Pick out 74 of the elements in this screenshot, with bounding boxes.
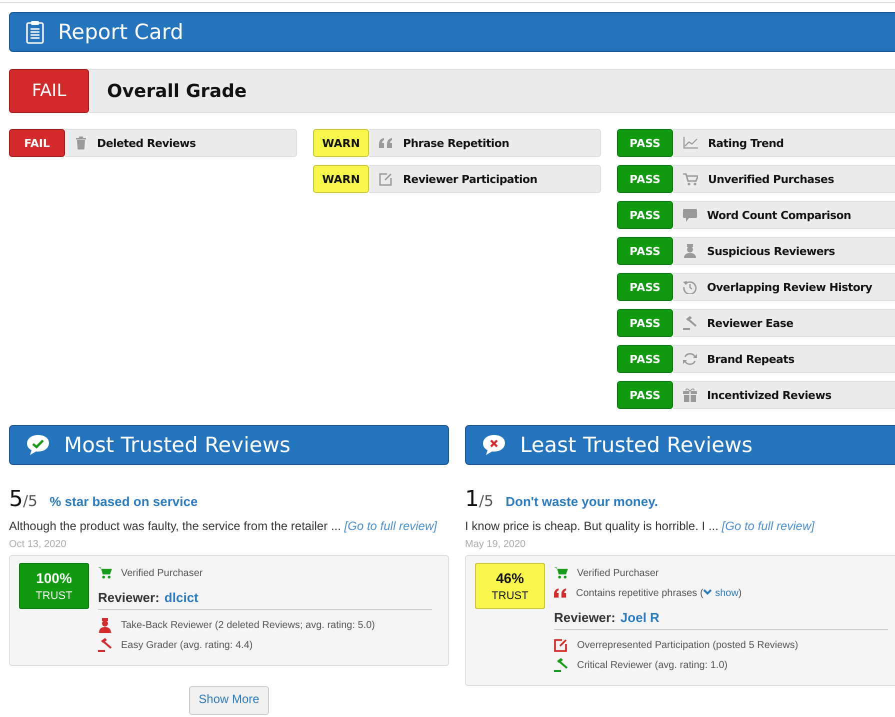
edit-icon xyxy=(379,172,393,186)
check-label: Phrase Repetition xyxy=(403,136,510,150)
flag-text: Take-Back Reviewer (2 deleted Reviews; avg. rating: 5.0) xyxy=(121,620,376,630)
review-headline[interactable]: Don't waste your money. xyxy=(506,494,658,509)
full-review-link[interactable]: [Go to full review] xyxy=(344,519,437,533)
check-label: Overall Grade xyxy=(107,80,247,102)
trust-badge: 100% TRUST xyxy=(19,563,89,609)
flag-text: Contains repetitive phrases ( show) xyxy=(576,588,742,598)
status-badge: PASS xyxy=(617,381,673,409)
person-icon xyxy=(683,244,697,258)
check-label: Deleted Reviews xyxy=(97,136,196,150)
check-label: Overlapping Review History xyxy=(707,280,872,294)
review-date: May 19, 2020 xyxy=(465,539,527,550)
reviewer-label: Reviewer: xyxy=(98,590,160,605)
refresh-icon xyxy=(683,352,697,366)
flag-text: Critical Reviewer (avg. rating: 1.0) xyxy=(577,660,728,670)
check-label: Word Count Comparison xyxy=(707,208,852,222)
rating-score: 5/5 xyxy=(9,487,38,512)
cart-icon xyxy=(554,567,568,579)
section-title: Most Trusted Reviews xyxy=(64,433,290,457)
full-review-link[interactable]: [Go to full review] xyxy=(722,519,814,533)
gavel-icon xyxy=(554,658,568,672)
section-title: Report Card xyxy=(58,20,184,44)
review-date: Oct 13, 2020 xyxy=(9,539,68,550)
clipboard-icon xyxy=(26,20,44,44)
check-label: Unverified Purchases xyxy=(708,172,834,186)
check-label: Incentivized Reviews xyxy=(707,388,832,402)
check-label: Reviewer Ease xyxy=(707,316,794,330)
reviewer-label: Reviewer: xyxy=(554,610,616,625)
review-headline[interactable]: % star based on service xyxy=(50,494,198,509)
line-chart-icon xyxy=(683,137,698,149)
status-badge: WARN xyxy=(313,165,369,193)
check-label: Brand Repeats xyxy=(707,352,794,366)
status-badge: PASS xyxy=(617,129,673,157)
review-excerpt: I know price is cheap. But quality is horrible. I ... [Go to full review] xyxy=(465,519,816,533)
reviewer-link[interactable]: dlcict xyxy=(164,590,198,605)
chevron-down-icon xyxy=(703,588,712,596)
section-title: Least Trusted Reviews xyxy=(520,433,753,457)
history-icon xyxy=(683,280,697,294)
status-badge: FAIL xyxy=(9,129,65,157)
quote-icon xyxy=(554,588,567,598)
show-more-button[interactable]: Show More xyxy=(188,686,270,715)
flag-text: Verified Purchaser xyxy=(577,568,659,578)
status-badge: WARN xyxy=(313,129,369,157)
cart-icon xyxy=(683,172,698,186)
status-badge: FAIL xyxy=(9,69,89,113)
gavel-icon xyxy=(98,638,112,652)
reviewer-link[interactable]: Joel R xyxy=(620,610,660,625)
chat-cross-icon xyxy=(482,434,506,456)
gift-icon xyxy=(683,388,697,402)
status-badge: PASS xyxy=(617,273,673,301)
flag-text: Overrepresented Participation (posted 5 Reviews) xyxy=(577,640,798,650)
rating-score: 1/5 xyxy=(465,487,494,512)
flag-text: Easy Grader (avg. rating: 4.4) xyxy=(121,640,253,650)
status-badge: PASS xyxy=(617,237,673,265)
gavel-icon xyxy=(683,316,697,330)
edit-icon xyxy=(554,638,568,652)
flag-text: Verified Purchaser xyxy=(121,568,203,578)
check-label: Reviewer Participation xyxy=(403,172,538,186)
status-badge: PASS xyxy=(617,165,673,193)
speech-bubble-icon xyxy=(683,208,697,222)
review-excerpt: Although the product was faulty, the service from the retailer ... [Go to full review] xyxy=(9,519,438,533)
status-badge: PASS xyxy=(617,309,673,337)
show-link[interactable]: show xyxy=(703,588,738,598)
person-icon xyxy=(98,618,112,632)
trash-icon xyxy=(75,136,87,150)
status-badge: PASS xyxy=(617,201,673,229)
check-label: Rating Trend xyxy=(708,136,784,150)
trust-badge: 46% TRUST xyxy=(475,563,545,609)
quote-icon xyxy=(379,138,393,148)
check-label: Suspicious Reviewers xyxy=(707,244,835,258)
status-badge: PASS xyxy=(617,345,673,373)
cart-icon xyxy=(98,567,112,579)
chat-check-icon xyxy=(26,434,50,456)
